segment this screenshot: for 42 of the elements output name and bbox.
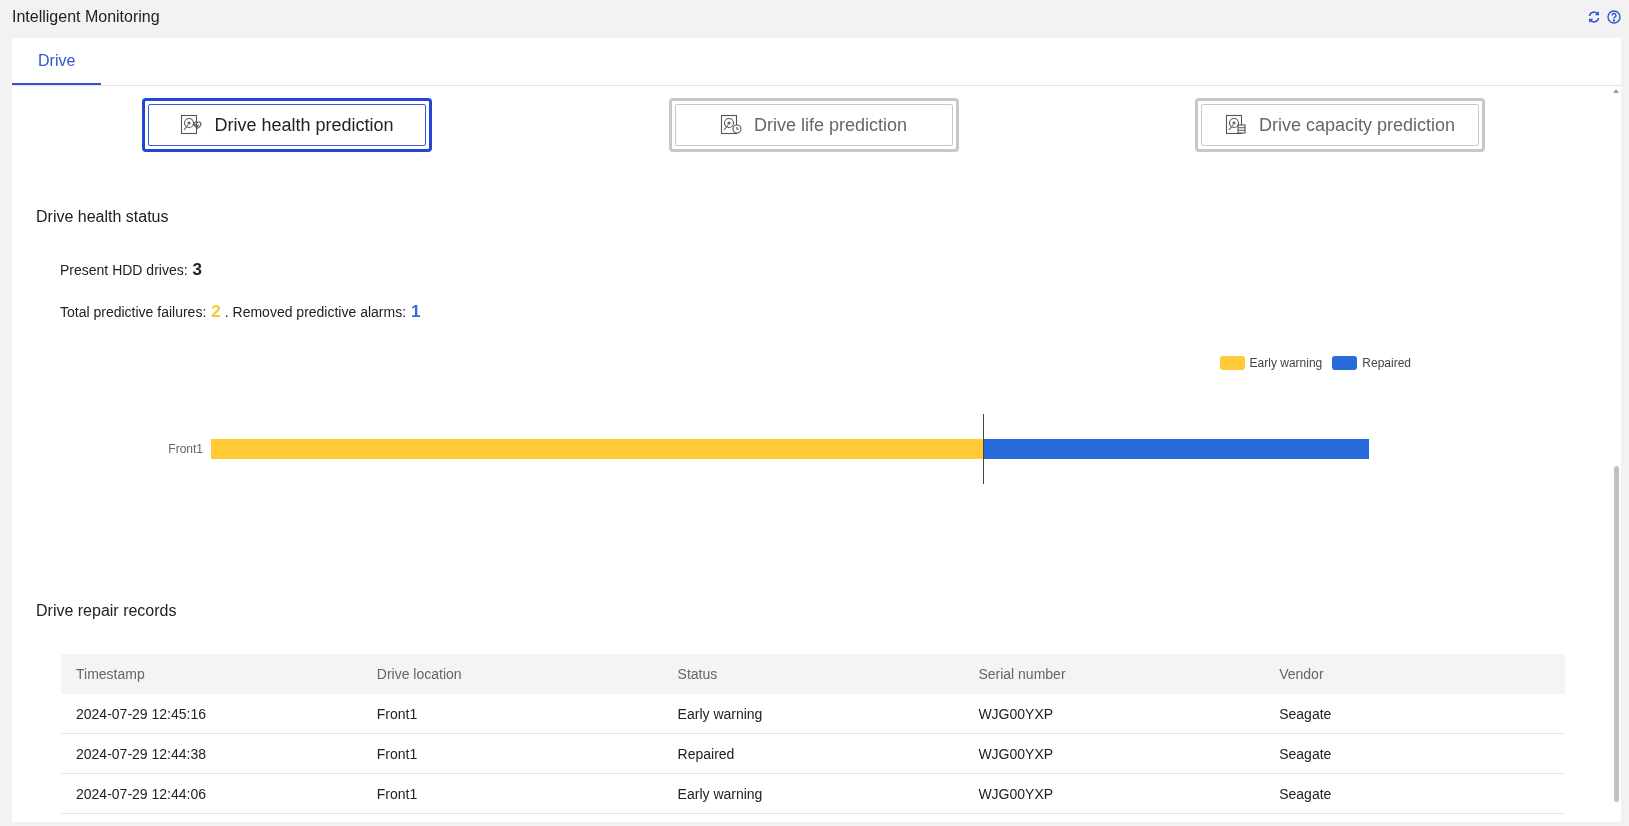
section-title: Drive health status xyxy=(35,208,170,226)
table-cell: Early warning xyxy=(662,694,964,734)
column-header: Drive location xyxy=(361,654,663,694)
section-title: Drive repair records xyxy=(35,602,178,620)
table-cell: 2024-07-29 12:44:06 xyxy=(61,773,362,814)
legend-label: Repaired xyxy=(1362,356,1411,370)
stat-label: Present HDD drives: xyxy=(60,262,188,278)
stat-label: Total predictive failures: xyxy=(60,304,207,320)
stat-value: 2 xyxy=(211,302,221,322)
stat-value: 3 xyxy=(192,260,203,280)
drive-icon xyxy=(180,114,203,136)
tab[interactable]: Drive xyxy=(12,38,102,85)
column-header: Timestamp xyxy=(61,654,362,694)
table-cell: Repaired xyxy=(662,733,964,774)
table-cell: Front1 xyxy=(361,694,663,734)
table-cell: Seagate xyxy=(1264,773,1565,814)
prediction-button[interactable]: Drive health prediction xyxy=(142,98,432,152)
column-header: Serial number xyxy=(963,654,1265,694)
table-cell: Front1 xyxy=(361,773,663,814)
refresh-icon[interactable] xyxy=(1587,10,1601,24)
legend-label: Early warning xyxy=(1249,356,1323,370)
column-header: Vendor xyxy=(1264,654,1565,694)
table-cell: Front1 xyxy=(361,733,663,774)
table-cell: WJG00YXP xyxy=(963,733,1265,774)
table-cell: Seagate xyxy=(1264,733,1565,774)
help-icon[interactable] xyxy=(1607,10,1621,24)
column-header: Status xyxy=(662,654,964,694)
table-cell: WJG00YXP xyxy=(963,694,1265,734)
table-cell: 2024-07-29 12:45:16 xyxy=(61,694,362,734)
scroll-up-arrow-icon[interactable] xyxy=(1613,89,1619,93)
drive-icon xyxy=(1224,114,1247,136)
stat-value: 1 xyxy=(411,302,421,322)
drive-icon xyxy=(719,114,742,136)
window-title: Intelligent Monitoring xyxy=(12,8,160,26)
table-cell: Seagate xyxy=(1264,694,1565,734)
table-cell: WJG00YXP xyxy=(963,773,1265,814)
table-cell: Early warning xyxy=(662,773,964,814)
stacked-bar-chart-drawing: Front1 xyxy=(12,414,1621,484)
table-cell: 2024-07-29 12:44:38 xyxy=(61,733,362,774)
stat-label: . Removed predictive alarms: xyxy=(224,304,407,320)
prediction-button[interactable]: Drive capacity prediction xyxy=(1195,98,1485,152)
prediction-button[interactable]: Drive life prediction xyxy=(668,98,959,152)
